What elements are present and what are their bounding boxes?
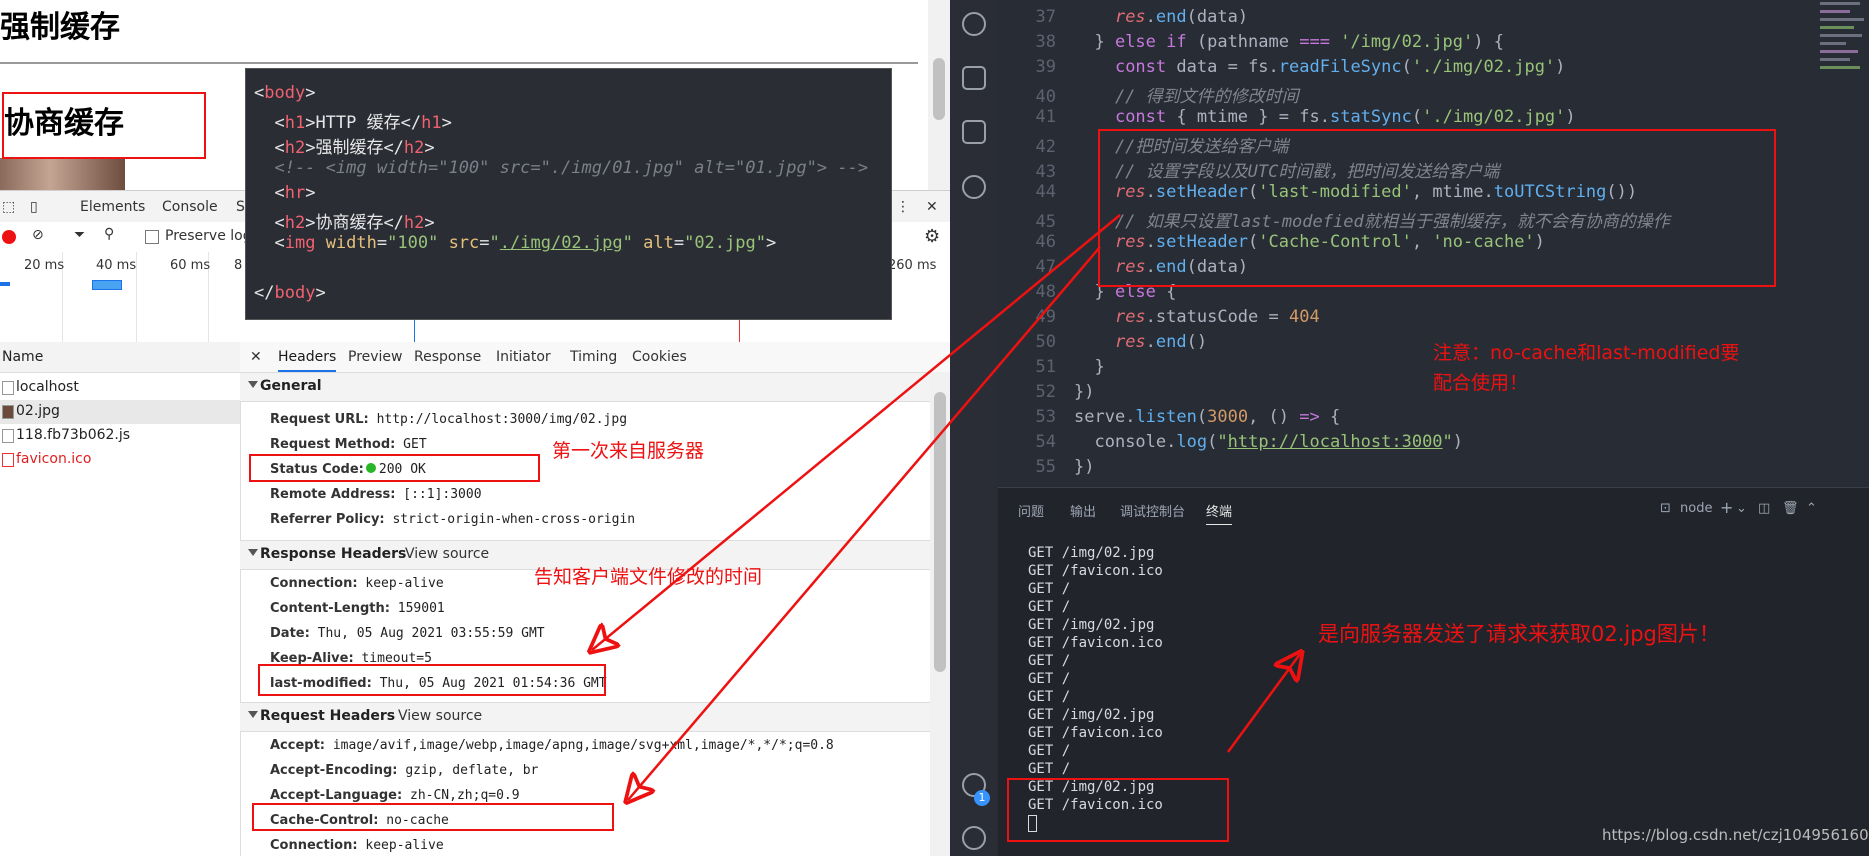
arrow-to-terminal bbox=[1226, 654, 1300, 753]
arrow-to-last-modified bbox=[592, 214, 1121, 650]
annotation-arrows bbox=[0, 214, 1869, 856]
arrow-to-cache-control bbox=[628, 246, 1101, 800]
